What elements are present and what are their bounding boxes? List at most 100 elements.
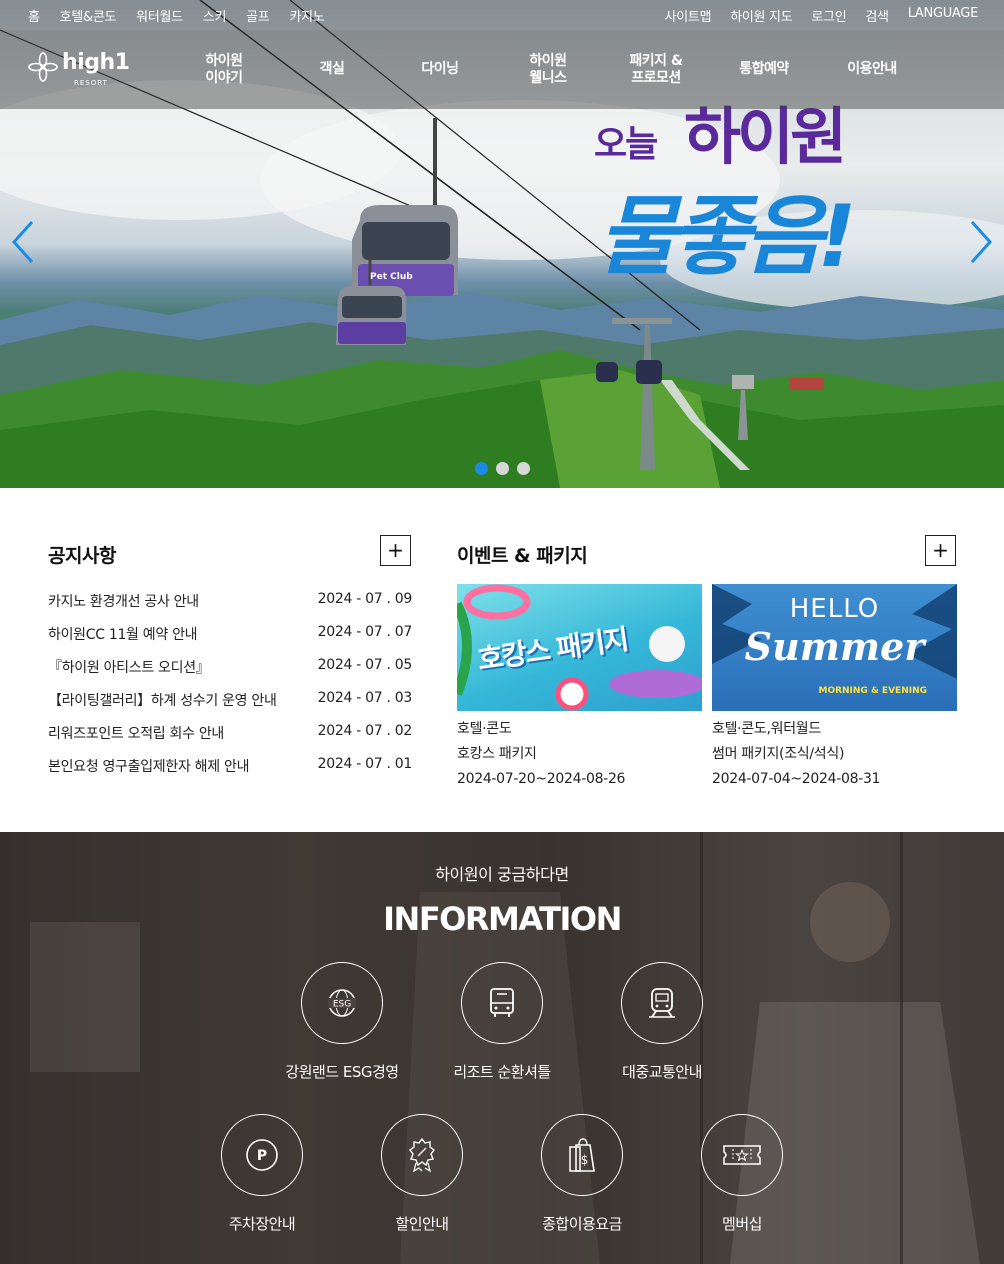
info-item-circle	[701, 1114, 783, 1196]
events-more-button[interactable]: +	[925, 535, 956, 566]
utility-nav-right: 사이트맵 하이원 지도 로그인 검색 LANGUAGE	[646, 6, 979, 25]
utility-link-home[interactable]: 홈	[28, 6, 40, 25]
notice-item-title: 리워즈포인트 오적립 회수 안내	[48, 726, 224, 742]
utility-link-map[interactable]: 하이원 지도	[730, 6, 792, 25]
utility-link-search[interactable]: 검색	[865, 6, 889, 25]
event-category: 호텔·콘도,워터월드	[712, 721, 821, 737]
event-period: 2024-07-20~2024-08-26	[457, 771, 626, 787]
info-item-discount[interactable]: 할인안내	[342, 1114, 502, 1234]
notice-item-title: 『하이원 아티스트 오디션』	[48, 660, 210, 676]
train-icon	[649, 988, 675, 1018]
slide-dot-2[interactable]	[496, 462, 509, 475]
notice-list: 카지노 환경개선 공사 안내 2024 - 07 . 09 하이원CC 11월 예…	[48, 591, 412, 789]
utility-link-login[interactable]: 로그인	[811, 6, 846, 25]
event-name: 호캉스 패키지	[457, 746, 537, 762]
info-item-label: 주차장안내	[228, 1215, 296, 1233]
notice-item[interactable]: 하이원CC 11월 예약 안내 2024 - 07 . 07	[48, 624, 412, 657]
notice-item-date: 2024 - 07 . 02	[317, 723, 413, 739]
logo-subtitle: RESORT	[74, 79, 108, 87]
nav-item-wellness[interactable]: 하이원 웰니스	[494, 30, 602, 109]
nav-item-label: 하이원 웰니스	[529, 52, 567, 86]
notice-item[interactable]: 【라이팅갤러리】하계 성수기 운영 안내 2024 - 07 . 03	[48, 690, 412, 723]
utility-link-golf[interactable]: 골프	[246, 6, 270, 25]
utility-link-sitemap[interactable]: 사이트맵	[665, 6, 712, 25]
event-meta: 호텔·콘도,워터월드 썸머 패키지(조식/석식) 2024-07-04~2024…	[712, 717, 957, 792]
info-item-parking[interactable]: P 주차장안내	[182, 1114, 342, 1234]
utility-link-language[interactable]: LANGUAGE	[908, 6, 979, 25]
info-item-circle	[381, 1114, 463, 1196]
nav-item-reservation[interactable]: 통합예약	[710, 30, 818, 109]
price-tag-icon: $	[569, 1138, 595, 1172]
notice-item-date: 2024 - 07 . 07	[317, 624, 413, 640]
notice-item-date: 2024 - 07 . 09	[317, 591, 413, 607]
info-item-label: 할인안내	[395, 1215, 449, 1233]
nav-item-guide[interactable]: 이용안내	[818, 30, 926, 109]
information-section: 하이원이 궁금하다면 INFORMATION ESG 강원랜드 ESG경영 리조…	[0, 832, 1004, 1264]
nav-item-story[interactable]: 하이원 이야기	[170, 30, 278, 109]
next-slide-arrow-icon[interactable]	[966, 218, 996, 266]
event-card-summer[interactable]: HELLO Summer MORNING & EVENING 호텔·콘도,워터월…	[712, 584, 957, 792]
event-meta: 호텔·콘도 호캉스 패키지 2024-07-20~2024-08-26	[457, 717, 702, 792]
svg-text:ESG: ESG	[333, 1000, 351, 1010]
prev-slide-arrow-icon[interactable]	[8, 218, 38, 266]
event-thumbnail-text-main: Summer	[744, 624, 925, 669]
utility-nav-left: 홈 호텔&콘도 워터월드 스키 골프 카지노	[28, 6, 344, 25]
notice-item-title: 본인요청 영구출입제한자 해제 안내	[48, 759, 250, 775]
notice-item-title: 카지노 환경개선 공사 안내	[48, 594, 199, 610]
utility-link-hotel-condo[interactable]: 호텔&콘도	[60, 6, 117, 25]
slide-dot-1[interactable]	[475, 462, 488, 475]
event-thumbnail: HELLO Summer MORNING & EVENING	[712, 584, 957, 711]
info-item-circle: ESG	[301, 962, 383, 1044]
nav-item-label: 하이원 이야기	[205, 52, 243, 86]
info-item-esg[interactable]: ESG 강원랜드 ESG경영	[262, 962, 422, 1082]
esg-globe-icon: ESG	[328, 989, 356, 1017]
high1-logo[interactable]: high1 RESORT	[28, 50, 130, 87]
utility-link-waterworld[interactable]: 워터월드	[136, 6, 183, 25]
information-subtitle: 하이원이 궁금하다면	[435, 865, 569, 884]
info-item-circle	[621, 962, 703, 1044]
slide-dot-3[interactable]	[517, 462, 530, 475]
info-item-label: 종합이용요금	[542, 1215, 622, 1233]
events-title: 이벤트 & 패키지	[457, 545, 588, 567]
info-item-label: 리조트 순환셔틀	[453, 1063, 551, 1081]
svg-text:$: $	[581, 1153, 589, 1167]
notice-item[interactable]: 『하이원 아티스트 오디션』 2024 - 07 . 05	[48, 657, 412, 690]
info-item-circle: $	[541, 1114, 623, 1196]
gnb-menu: 하이원 이야기 객실 다이닝 하이원 웰니스 패키지 & 프로모션 통합예약 이…	[170, 30, 926, 109]
notice-more-button[interactable]: +	[380, 535, 411, 566]
nav-item-dining[interactable]: 다이닝	[386, 30, 494, 109]
slide-pagination	[475, 462, 530, 475]
info-item-label: 강원랜드 ESG경영	[285, 1063, 399, 1081]
notice-item[interactable]: 카지노 환경개선 공사 안내 2024 - 07 . 09	[48, 591, 412, 624]
info-item-circle	[461, 962, 543, 1044]
info-item-pricing[interactable]: $ 종합이용요금	[502, 1114, 662, 1234]
utility-link-casino[interactable]: 카지노	[289, 6, 324, 25]
event-name: 썸머 패키지(조식/석식)	[712, 746, 845, 762]
main-navbar: high1 RESORT 하이원 이야기 객실 다이닝 하이원 웰니스 패키지 …	[0, 30, 1004, 109]
event-card-hocance[interactable]: 호캉스 패키지 호텔·콘도 호캉스 패키지 2024-07-20~2024-08…	[457, 584, 702, 792]
utility-bar: 홈 호텔&콘도 워터월드 스키 골프 카지노 사이트맵 하이원 지도 로그인 검…	[0, 0, 1004, 30]
event-period: 2024-07-04~2024-08-31	[712, 771, 881, 787]
nav-item-label: 이용안내	[847, 61, 897, 77]
notice-item-title: 【라이팅갤러리】하계 성수기 운영 안내	[48, 693, 277, 709]
notice-item[interactable]: 본인요청 영구출입제한자 해제 안내 2024 - 07 . 01	[48, 756, 412, 789]
notice-item[interactable]: 리워즈포인트 오적립 회수 안내 2024 - 07 . 02	[48, 723, 412, 756]
nav-item-rooms[interactable]: 객실	[278, 30, 386, 109]
utility-link-ski[interactable]: 스키	[203, 6, 227, 25]
hero-slider: Pet Club 오늘 하이원 물좋음! 홈 호텔&콘도 워터월드 스키 골프 …	[0, 0, 1004, 488]
info-item-shuttle[interactable]: 리조트 순환셔틀	[422, 962, 582, 1082]
information-title: INFORMATION	[383, 900, 622, 938]
info-item-membership[interactable]: 멤버십	[662, 1114, 822, 1234]
info-item-label: 대중교통안내	[622, 1063, 702, 1081]
logo-wordmark: high1	[62, 50, 130, 75]
nav-item-label: 패키지 & 프로모션	[629, 52, 683, 86]
notice-event-section: 공지사항 + 카지노 환경개선 공사 안내 2024 - 07 . 09 하이원C…	[0, 488, 1004, 832]
notice-item-title: 하이원CC 11월 예약 안내	[48, 627, 198, 643]
nav-item-label: 통합예약	[739, 61, 789, 77]
nav-item-label: 객실	[319, 61, 345, 77]
nav-item-packages[interactable]: 패키지 & 프로모션	[602, 30, 710, 109]
event-thumbnail-text-sub: MORNING & EVENING	[818, 686, 927, 696]
logo-flower-icon	[28, 52, 58, 82]
membership-ticket-icon	[723, 1145, 761, 1165]
info-item-transport[interactable]: 대중교통안내	[582, 962, 742, 1082]
